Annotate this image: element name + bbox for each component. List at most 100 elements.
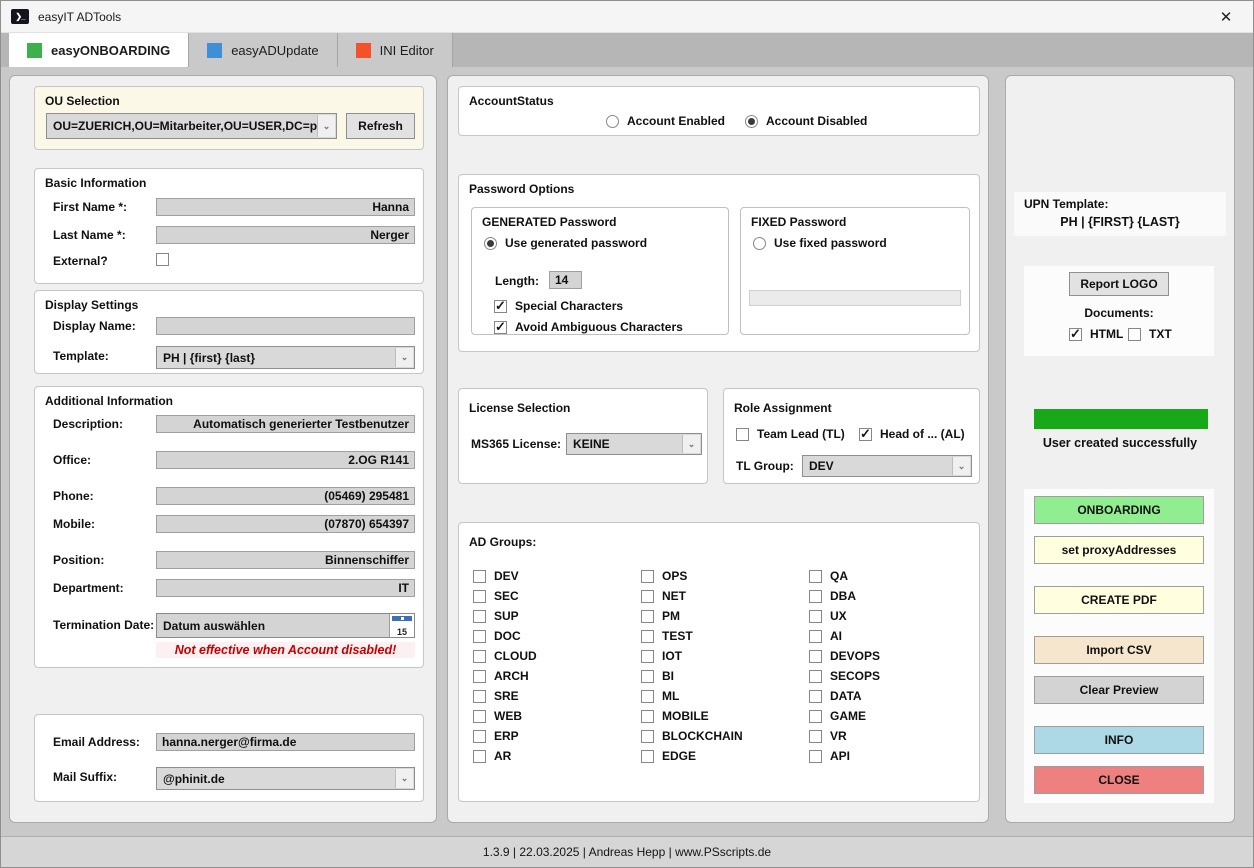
chevron-down-icon[interactable]: ⌄ (395, 348, 413, 367)
ms365-license-label: MS365 License: (471, 437, 561, 451)
first-name-input[interactable]: Hanna (156, 198, 415, 216)
tab-label: easyADUpdate (231, 43, 318, 58)
ad-group-checkbox-cloud[interactable]: CLOUD (473, 649, 537, 663)
description-input[interactable]: Automatisch generierter Testbenutzer (156, 415, 415, 433)
fixed-password-input[interactable] (749, 290, 961, 306)
ad-group-checkbox-game[interactable]: GAME (809, 709, 866, 723)
progress-bar-fill (1034, 409, 1208, 429)
report-logo-button[interactable]: Report LOGO (1069, 272, 1169, 296)
ad-group-checkbox-web[interactable]: WEB (473, 709, 522, 723)
ad-group-checkbox-pm[interactable]: PM (641, 609, 680, 623)
ad-group-checkbox-edge[interactable]: EDGE (641, 749, 696, 763)
tab-easyadupdate[interactable]: easyADUpdate (189, 33, 337, 67)
ad-group-checkbox-qa[interactable]: QA (809, 569, 848, 583)
ad-group-checkbox-ux[interactable]: UX (809, 609, 847, 623)
external-checkbox[interactable] (156, 253, 169, 266)
action-button-close[interactable]: CLOSE (1034, 766, 1204, 794)
ad-group-checkbox-ml[interactable]: ML (641, 689, 679, 703)
ms365-license-combo[interactable]: KEINE ⌄ (566, 433, 702, 455)
head-of-checkbox[interactable]: Head of ... (AL) (859, 427, 965, 441)
email-address-label: Email Address: (53, 735, 140, 749)
ad-group-checkbox-sec[interactable]: SEC (473, 589, 519, 603)
ad-group-checkbox-net[interactable]: NET (641, 589, 686, 603)
checkbox-label: CLOUD (494, 649, 537, 663)
chevron-down-icon[interactable]: ⌄ (395, 769, 413, 788)
ad-group-checkbox-ai[interactable]: AI (809, 629, 842, 643)
tl-group-label: TL Group: (736, 459, 794, 473)
team-lead-checkbox[interactable]: Team Lead (TL) (736, 427, 845, 441)
ad-group-checkbox-blockchain[interactable]: BLOCKCHAIN (641, 729, 743, 743)
action-button-clear-preview[interactable]: Clear Preview (1034, 676, 1204, 704)
mail-suffix-combo[interactable]: @phinit.de ⌄ (156, 767, 415, 790)
account-enabled-radio[interactable]: Account Enabled (606, 114, 725, 128)
ad-group-checkbox-data[interactable]: DATA (809, 689, 862, 703)
tl-group-value: DEV (809, 459, 834, 473)
last-name-label: Last Name *: (53, 228, 126, 242)
action-button-onboarding[interactable]: ONBOARDING (1034, 496, 1204, 524)
ad-group-checkbox-devops[interactable]: DEVOPS (809, 649, 880, 663)
template-combo[interactable]: PH | {first} {last} ⌄ (156, 346, 415, 369)
ad-group-checkbox-test[interactable]: TEST (641, 629, 693, 643)
checkbox-label: SUP (494, 609, 519, 623)
ou-combo[interactable]: OU=ZUERICH,OU=Mitarbeiter,OU=USER,DC=ph … (46, 113, 337, 139)
ad-group-checkbox-dev[interactable]: DEV (473, 569, 519, 583)
ad-group-checkbox-sre[interactable]: SRE (473, 689, 519, 703)
ad-group-checkbox-vr[interactable]: VR (809, 729, 847, 743)
date-picker-value[interactable]: Datum auswählen (157, 614, 389, 637)
avoid-ambiguous-checkbox[interactable]: Avoid Ambiguous Characters (494, 320, 683, 334)
calendar-icon[interactable]: 15 (389, 614, 414, 637)
special-characters-checkbox[interactable]: Special Characters (494, 299, 623, 313)
action-button-set-proxyaddresses[interactable]: set proxyAddresses (1034, 536, 1204, 564)
ad-group-checkbox-ar[interactable]: AR (473, 749, 511, 763)
group-password-options: Password Options GENERATED Password Use … (458, 174, 980, 352)
ad-group-checkbox-secops[interactable]: SECOPS (809, 669, 880, 683)
office-input[interactable]: 2.OG R141 (156, 451, 415, 469)
ad-group-checkbox-erp[interactable]: ERP (473, 729, 519, 743)
progress-bar (1034, 409, 1208, 429)
txt-checkbox[interactable]: TXT (1128, 327, 1172, 341)
ad-group-checkbox-dba[interactable]: DBA (809, 589, 856, 603)
tab-color-icon (356, 43, 371, 58)
display-name-input[interactable] (156, 317, 415, 335)
refresh-button[interactable]: Refresh (346, 113, 415, 139)
account-disabled-radio[interactable]: Account Disabled (745, 114, 867, 128)
checkbox-label: IOT (662, 649, 682, 663)
ad-group-checkbox-iot[interactable]: IOT (641, 649, 682, 663)
last-name-input[interactable]: Nerger (156, 226, 415, 244)
html-checkbox[interactable]: HTML (1069, 327, 1123, 341)
ad-group-checkbox-api[interactable]: API (809, 749, 850, 763)
checkbox-label: SRE (494, 689, 519, 703)
action-button-import-csv[interactable]: Import CSV (1034, 636, 1204, 664)
checkbox-icon (641, 670, 654, 683)
chevron-down-icon[interactable]: ⌄ (682, 435, 700, 453)
use-generated-password-radio[interactable]: Use generated password (484, 236, 647, 250)
checkbox-label: MOBILE (662, 709, 709, 723)
tab-easyonboarding[interactable]: easyONBOARDING (9, 33, 189, 67)
close-icon[interactable]: ✕ (1209, 8, 1243, 26)
email-address-input[interactable]: hanna.nerger@firma.de (156, 733, 415, 751)
termination-date-picker[interactable]: Datum auswählen 15 (156, 613, 415, 638)
ad-group-checkbox-ops[interactable]: OPS (641, 569, 687, 583)
checkbox-label: DOC (494, 629, 521, 643)
ad-group-checkbox-mobile[interactable]: MOBILE (641, 709, 709, 723)
phone-input[interactable]: (05469) 295481 (156, 487, 415, 505)
password-length-input[interactable]: 14 (549, 271, 582, 289)
department-label: Department: (53, 581, 124, 595)
action-button-create-pdf[interactable]: CREATE PDF (1034, 586, 1204, 614)
ad-group-checkbox-sup[interactable]: SUP (473, 609, 519, 623)
checkbox-label: QA (830, 569, 848, 583)
chevron-down-icon[interactable]: ⌄ (952, 457, 970, 475)
ad-group-checkbox-bi[interactable]: BI (641, 669, 674, 683)
checkbox-icon (473, 610, 486, 623)
position-input[interactable]: Binnenschiffer (156, 551, 415, 569)
ad-group-checkbox-doc[interactable]: DOC (473, 629, 521, 643)
tab-ini-editor[interactable]: INI Editor (338, 33, 453, 67)
use-fixed-password-radio[interactable]: Use fixed password (753, 236, 887, 250)
mobile-input[interactable]: (07870) 654397 (156, 515, 415, 533)
tl-group-combo[interactable]: DEV ⌄ (802, 455, 972, 477)
department-input[interactable]: IT (156, 579, 415, 597)
ad-group-checkbox-arch[interactable]: ARCH (473, 669, 529, 683)
action-button-info[interactable]: INFO (1034, 726, 1204, 754)
chevron-down-icon[interactable]: ⌄ (317, 115, 335, 137)
ad-groups-grid: DEV SEC SUP DOC CLOUD ARCH SRE WEB ERP AR OPS NET PM… (459, 523, 979, 801)
